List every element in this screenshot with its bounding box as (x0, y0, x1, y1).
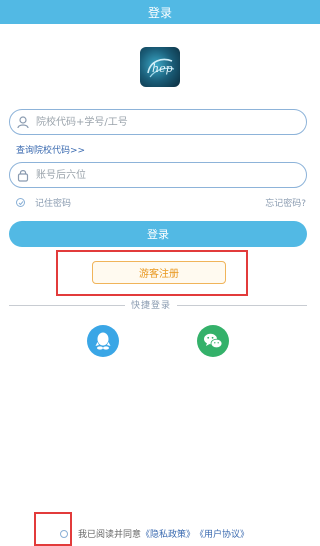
logo-graphic: hep (147, 58, 175, 78)
username-input[interactable] (36, 111, 286, 133)
query-school-code-link[interactable]: 查询院校代码>> (16, 143, 85, 156)
svg-text:hep: hep (152, 62, 173, 75)
privacy-policy-link[interactable]: 《隐私政策》 (141, 527, 195, 540)
username-field[interactable] (9, 109, 307, 135)
forgot-password-link[interactable]: 忘记密码? (265, 196, 306, 209)
lock-icon (10, 163, 36, 187)
agreement-row: 我已阅读并同意 《隐私政策》 《用户协议》 (60, 527, 249, 540)
user-icon (10, 110, 36, 134)
check-icon (18, 200, 23, 205)
agreement-prefix: 我已阅读并同意 (78, 530, 142, 540)
wechat-login-button[interactable] (197, 325, 229, 357)
guest-register-button[interactable]: 游客注册 (92, 261, 226, 284)
agreement-checkbox[interactable] (60, 529, 68, 538)
user-agreement-link[interactable]: 《用户协议》 (195, 527, 249, 540)
remember-password[interactable]: 记住密码 (16, 196, 71, 209)
app-logo: hep (140, 47, 180, 87)
title-bar: 登录 (0, 0, 320, 24)
login-button[interactable]: 登录 (9, 221, 307, 247)
wechat-icon (204, 333, 223, 349)
password-field[interactable] (9, 162, 307, 188)
page-title: 登录 (147, 5, 172, 20)
remember-password-checkbox[interactable] (16, 198, 25, 207)
qq-icon (95, 332, 111, 350)
remember-password-label: 记住密码 (35, 199, 72, 209)
password-input[interactable] (36, 164, 286, 186)
qq-login-button[interactable] (87, 325, 119, 357)
quick-login-label: 快捷登录 (125, 298, 178, 311)
